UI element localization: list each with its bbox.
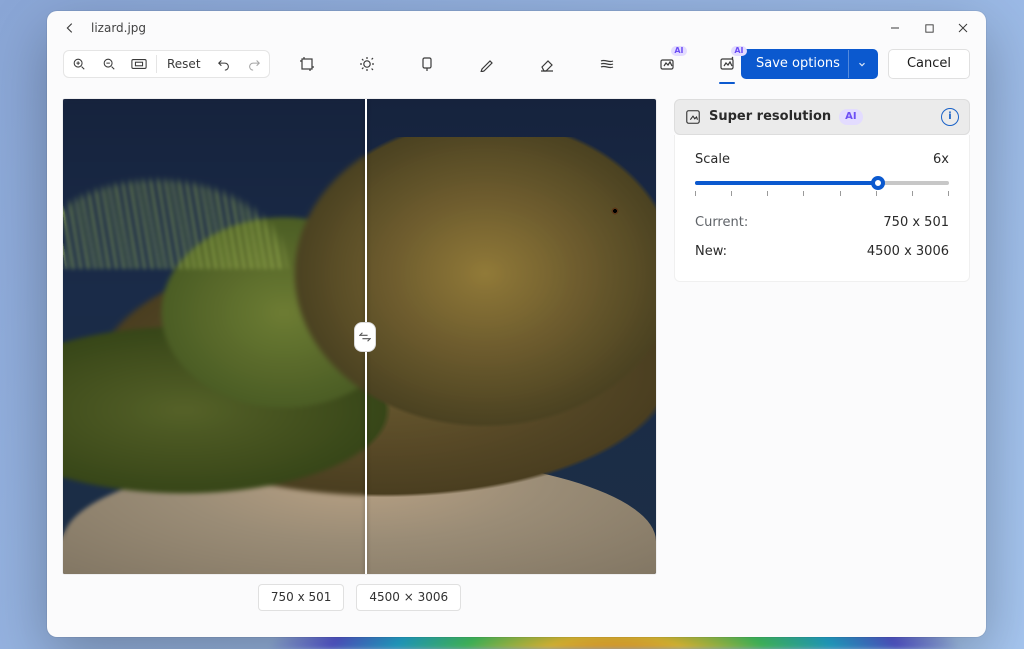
current-row: Current: 750 x 501 — [695, 214, 949, 232]
tool-markup[interactable] — [471, 48, 503, 80]
app-window: lizard.jpg Reset AI AI Save options Cance… — [47, 11, 986, 637]
new-value: 4500 x 3006 — [867, 243, 949, 261]
undo-button[interactable] — [209, 51, 239, 77]
side-panel: Super resolution AI i Scale 6x Current: … — [674, 99, 970, 621]
tool-filter[interactable] — [411, 48, 443, 80]
redo-icon — [247, 57, 261, 71]
ai-indicator: AI — [731, 46, 746, 56]
new-dimensions-chip: 4500 × 3006 — [356, 584, 461, 611]
super-resolution-icon — [719, 56, 735, 72]
compare-handle[interactable] — [354, 322, 376, 352]
current-label: Current: — [695, 214, 748, 232]
minimize-button[interactable] — [878, 13, 912, 43]
fit-icon — [131, 58, 147, 70]
maximize-icon — [924, 23, 935, 34]
zoom-out-button[interactable] — [94, 51, 124, 77]
scale-slider[interactable] — [695, 181, 949, 196]
tool-crop[interactable] — [291, 48, 323, 80]
arrow-left-icon — [63, 21, 77, 35]
save-options-button[interactable]: Save options — [741, 49, 878, 79]
cancel-button[interactable]: Cancel — [888, 49, 970, 79]
toolbar: Reset AI AI Save options Cancel — [47, 45, 986, 83]
brightness-icon — [359, 56, 375, 72]
current-value: 750 x 501 — [883, 214, 949, 232]
generative-erase-icon — [659, 56, 675, 72]
original-dimensions-chip: 750 x 501 — [258, 584, 345, 611]
swap-arrows-icon — [359, 330, 371, 344]
scale-label: Scale — [695, 151, 730, 169]
ai-badge: AI — [839, 109, 862, 125]
close-button[interactable] — [946, 13, 980, 43]
panel-title: Super resolution — [709, 108, 831, 126]
file-name: lizard.jpg — [91, 20, 146, 37]
zoom-in-icon — [72, 57, 86, 71]
tool-blur[interactable] — [591, 48, 623, 80]
tool-erase[interactable] — [531, 48, 563, 80]
scale-row: Scale 6x — [695, 151, 949, 169]
back-button[interactable] — [53, 13, 87, 43]
zoom-in-button[interactable] — [64, 51, 94, 77]
before-overlay — [63, 99, 365, 574]
dimensions-row: 750 x 501 4500 × 3006 — [258, 584, 461, 611]
ai-indicator: AI — [671, 46, 686, 56]
pencil-icon — [479, 56, 495, 72]
filter-icon — [419, 56, 435, 72]
reset-button[interactable]: Reset — [159, 51, 209, 77]
image-canvas[interactable] — [63, 99, 656, 574]
canvas-area: 750 x 501 4500 × 3006 — [63, 99, 656, 621]
title-bar: lizard.jpg — [47, 11, 986, 45]
zoom-group: Reset — [63, 50, 270, 78]
tool-superres[interactable]: AI — [711, 48, 743, 80]
eraser-icon — [539, 56, 555, 72]
chevron-down-icon — [848, 50, 867, 78]
edit-tools: AI AI — [291, 48, 743, 80]
redo-button[interactable] — [239, 51, 269, 77]
super-resolution-icon — [685, 109, 701, 125]
minimize-icon — [889, 22, 901, 34]
undo-icon — [217, 57, 231, 71]
save-label: Save options — [756, 55, 840, 73]
zoom-out-icon — [102, 57, 116, 71]
zoom-fit-button[interactable] — [124, 51, 154, 77]
new-label: New: — [695, 243, 727, 261]
crop-icon — [299, 56, 315, 72]
panel-body: Scale 6x Current: 750 x 501 New: 4500 x … — [674, 135, 970, 282]
blur-icon — [599, 56, 615, 72]
panel-header: Super resolution AI i — [674, 99, 970, 135]
workspace: 750 x 501 4500 × 3006 Super resolution A… — [47, 83, 986, 637]
maximize-button[interactable] — [912, 13, 946, 43]
tool-adjust[interactable] — [351, 48, 383, 80]
close-icon — [957, 22, 969, 34]
new-row: New: 4500 x 3006 — [695, 243, 949, 261]
scale-value: 6x — [933, 151, 949, 169]
tool-gen[interactable]: AI — [651, 48, 683, 80]
info-button[interactable]: i — [941, 108, 959, 126]
